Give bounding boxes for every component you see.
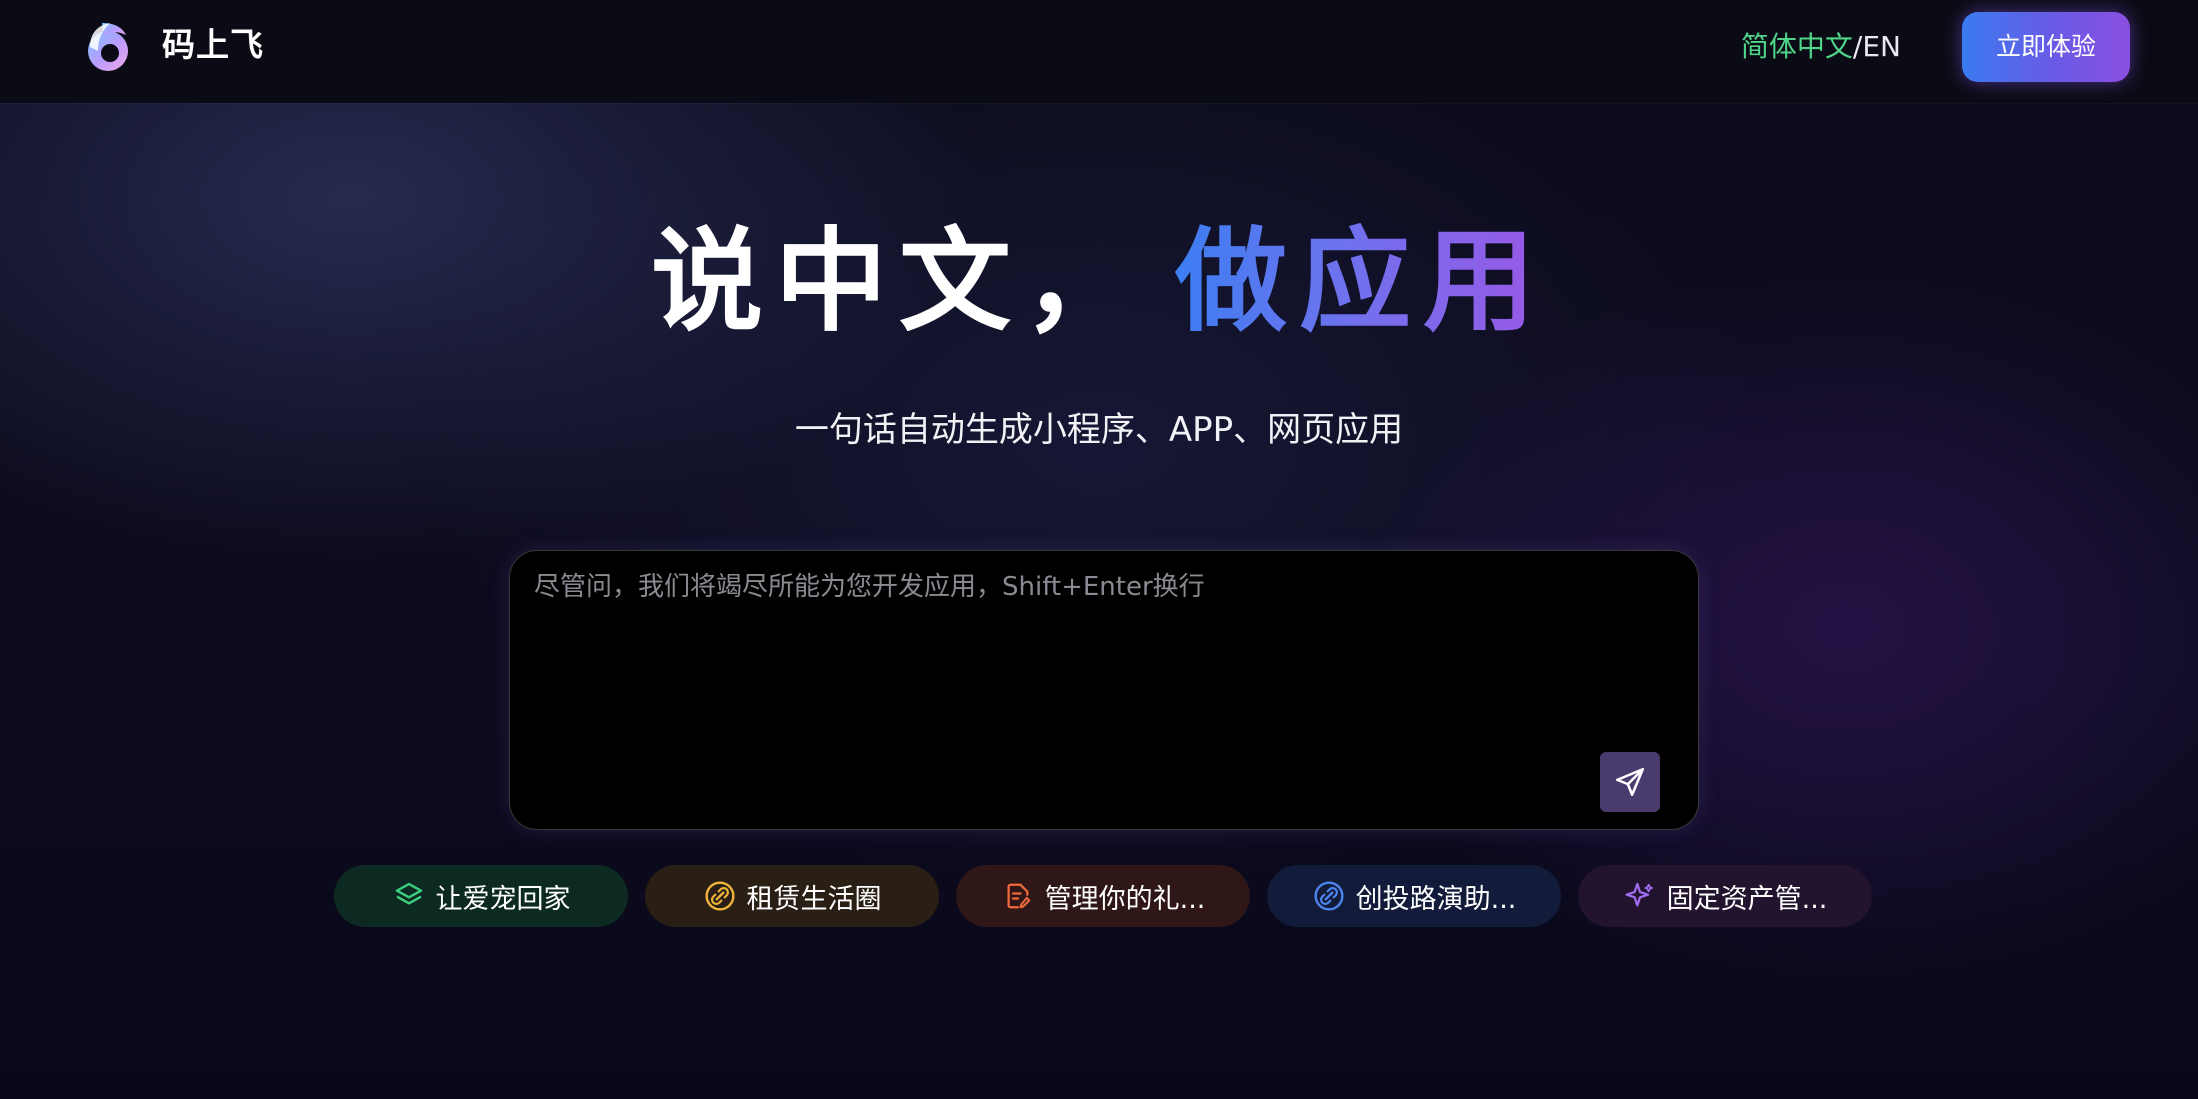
brand-logo-icon[interactable] [80, 17, 136, 73]
lang-option-en[interactable]: EN [1862, 30, 1901, 63]
hero-title: 说中文， 做应用 [0, 212, 2198, 352]
language-switcher: 简体中文/EN [1741, 26, 1901, 68]
send-icon [1615, 767, 1645, 797]
suggestion-chip-label: 让爱宠回家 [435, 883, 571, 915]
hero-title-part1: 说中文， [651, 217, 1147, 347]
try-now-button[interactable]: 立即体验 [1962, 12, 2130, 82]
suggestion-chip-label: 管理你的礼... [1044, 883, 1206, 915]
document-edit-icon [1001, 879, 1035, 913]
prompt-box [509, 550, 1699, 830]
suggestion-chips: 让爱宠回家 租赁生活圈 管理你的礼... 创投路演助... 固定资产管... [334, 865, 1874, 927]
link-circle-icon [1312, 879, 1346, 913]
suggestion-chip-label: 创投路演助... [1355, 883, 1517, 915]
send-button[interactable] [1600, 752, 1660, 812]
suggestion-chip-pitch[interactable]: 创投路演助... [1267, 865, 1561, 927]
brand-name[interactable]: 码上飞 [162, 22, 264, 68]
hero-title-part2: 做应用 [1175, 217, 1547, 347]
suggestion-chip-gift[interactable]: 管理你的礼... [956, 865, 1250, 927]
suggestion-chip-pet[interactable]: 让爱宠回家 [334, 865, 628, 927]
suggestion-chip-assets[interactable]: 固定资产管... [1578, 865, 1872, 927]
link-circle-icon [703, 879, 737, 913]
hero-subtitle: 一句话自动生成小程序、APP、网页应用 [794, 410, 1404, 450]
suggestion-chip-label: 租赁生活圈 [746, 883, 882, 915]
lang-option-zh[interactable]: 简体中文 [1741, 30, 1853, 63]
sparkle-icon [1623, 879, 1657, 913]
layers-icon [392, 879, 426, 913]
suggestion-chip-rental[interactable]: 租赁生活圈 [645, 865, 939, 927]
lang-separator: / [1852, 30, 1863, 63]
prompt-input[interactable] [532, 565, 1656, 729]
top-navigation-bar: 码上飞 简体中文/EN 立即体验 [0, 0, 2198, 103]
suggestion-chip-label: 固定资产管... [1666, 883, 1828, 915]
